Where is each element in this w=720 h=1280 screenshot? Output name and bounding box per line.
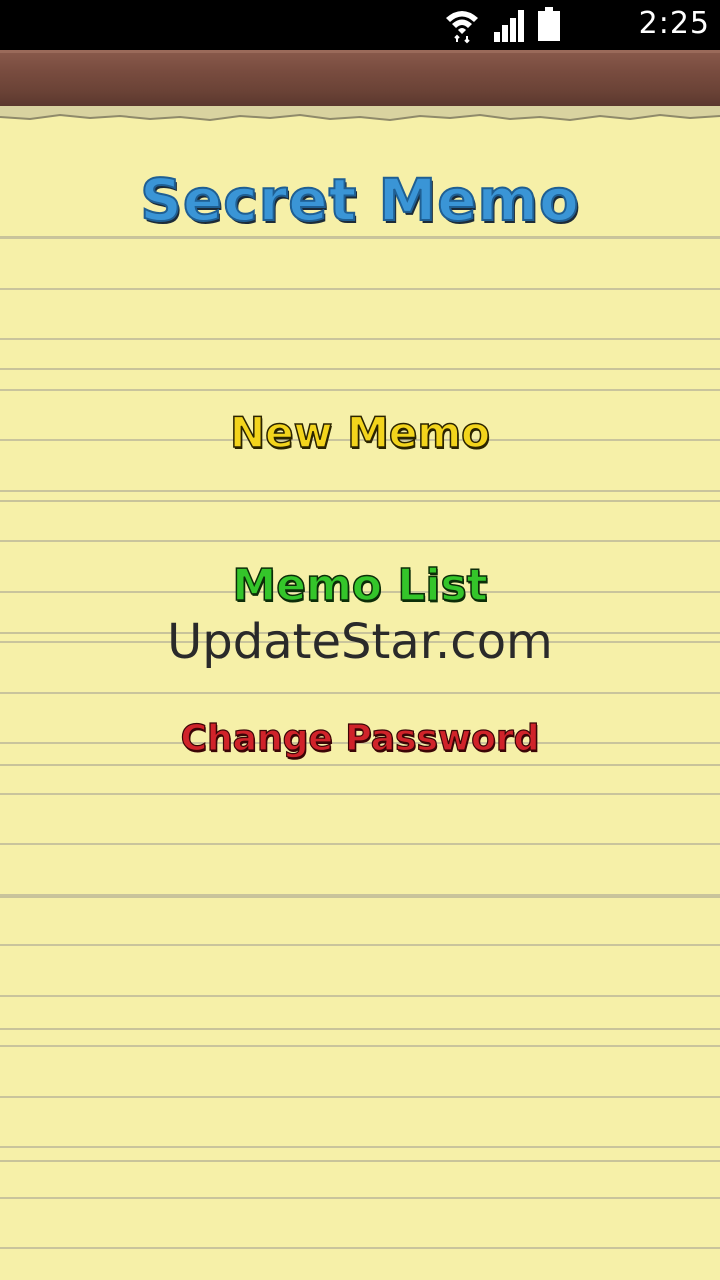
- signal-icon: [494, 10, 524, 42]
- torn-paper-edge: [0, 106, 720, 122]
- wifi-icon: [446, 11, 478, 44]
- memo-list-button[interactable]: Memo List: [0, 559, 720, 612]
- app-title: Secret Memo: [139, 165, 580, 235]
- status-bar: 2:25: [0, 0, 720, 50]
- change-password-button[interactable]: Change Password: [0, 717, 720, 759]
- notepad-paper: [0, 106, 720, 1280]
- wood-header-bar: [0, 50, 720, 106]
- battery-icon: [538, 7, 560, 41]
- status-clock: 2:25: [638, 6, 710, 41]
- paper-ruled-lines: [0, 237, 720, 1249]
- new-memo-button[interactable]: New Memo: [0, 407, 720, 458]
- watermark-text: UpdateStar.com: [167, 614, 553, 670]
- app-screen: 2:25 Secret Memo New Memo Memo List Upda…: [0, 0, 720, 1280]
